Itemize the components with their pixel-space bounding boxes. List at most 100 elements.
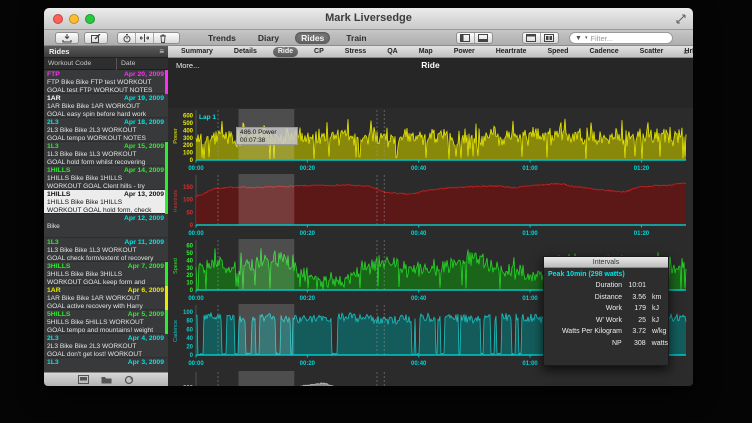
ride-list-column-header[interactable]: Workout Code Date — [44, 58, 168, 70]
svg-text:400: 400 — [183, 128, 194, 134]
ride-list-item[interactable]: 1HILLSApr 14, 20091HILLS Bike Bike 1HILL… — [44, 166, 168, 190]
nav-item-rides[interactable]: Rides — [295, 32, 330, 44]
sidebar-menu-icon[interactable]: ≡ — [159, 46, 164, 58]
svg-text:01:20: 01:20 — [634, 166, 650, 172]
main-toolbar: Trends Diary Rides Train ▼ ▾ — [44, 30, 693, 46]
ride-code: 1AR — [47, 95, 61, 103]
svg-text:Cadence: Cadence — [173, 320, 179, 342]
column-workout-code[interactable]: Workout Code — [48, 58, 91, 70]
svg-text:00:20: 00:20 — [300, 296, 316, 302]
ride-list-item[interactable]: 3HILLSApr 7, 20093HILLS Bike Bike 3HILLS… — [44, 262, 168, 286]
tab-stress[interactable]: Stress — [340, 47, 371, 57]
sidebar-left-icon — [460, 34, 470, 42]
svg-text:50: 50 — [186, 210, 193, 216]
split-button[interactable] — [136, 33, 154, 43]
ride-description: Bike — [47, 223, 164, 231]
tab-power[interactable]: Power — [449, 47, 480, 57]
svg-text:00:00: 00:00 — [188, 231, 204, 237]
ride-list-item[interactable]: Apr 12, 2009Bike — [44, 214, 168, 238]
import-button[interactable] — [55, 32, 79, 44]
ride-description: 5HILLS Bike 5HILLS WORKOUT — [47, 319, 164, 327]
filter-chevron-icon[interactable]: ▾ — [585, 36, 588, 41]
ride-description: 1L3 Bike Bike 1L3 WORKOUT — [47, 151, 164, 159]
tab-qa[interactable]: QA — [382, 47, 403, 57]
ride-date: Apr 3, 2009 — [128, 359, 164, 367]
title-bar[interactable]: Mark Liversedge — [44, 8, 693, 30]
ride-list-item[interactable]: 1HILLSApr 13, 20091HILLS Bike Bike 1HILL… — [44, 190, 168, 214]
ride-list-item[interactable]: 2L3Apr 18, 20092L3 Bike Bike 2L3 WORKOUT… — [44, 118, 168, 142]
ride-description: 2L3 Bike Bike 2L3 WORKOUT — [47, 343, 164, 351]
svg-text:01:20: 01:20 — [634, 231, 650, 237]
ride-list-item[interactable]: FTPApr 20, 2009FTP Bike Bike FTP test WO… — [44, 70, 168, 94]
stopwatch-button[interactable] — [118, 33, 136, 43]
tab-speed[interactable]: Speed — [542, 47, 573, 57]
ride-list-item[interactable]: 1L3Apr 11, 20091L3 Bike Bike 1L3 WORKOUT… — [44, 238, 168, 262]
interval-unit: kJ — [646, 303, 659, 315]
svg-text:500: 500 — [183, 121, 194, 127]
ride-description: FTP Bike Bike FTP test WORKOUT — [47, 79, 164, 87]
filter-input[interactable]: ▼ ▾ Filter... — [569, 32, 673, 44]
tab-cadence[interactable]: Cadence — [584, 47, 623, 57]
tab-cp[interactable]: CP — [309, 47, 329, 57]
tab-heartrate[interactable]: Heartrate — [491, 47, 532, 57]
intervals-popup-title[interactable]: Intervals — [544, 257, 668, 268]
nav-item-trends[interactable]: Trends — [202, 32, 242, 44]
column-date[interactable]: Date — [116, 58, 135, 70]
svg-text:00:40: 00:40 — [411, 296, 427, 302]
sync-icon[interactable] — [124, 375, 134, 385]
ride-list-item[interactable]: 5HILLSApr 5, 20095HILLS Bike 5HILLS WORK… — [44, 310, 168, 334]
chart-heartrate[interactable]: 050100150Heartrate00:0000:2000:4001:0001… — [168, 173, 693, 238]
tooltip-time: 00:07:38 — [240, 137, 294, 145]
interval-value: 179 — [622, 303, 646, 315]
tiled-view-button[interactable] — [541, 33, 558, 43]
compose-icon — [91, 34, 101, 43]
svg-text:00:40: 00:40 — [411, 361, 427, 367]
svg-text:00:20: 00:20 — [300, 231, 316, 237]
svg-text:200: 200 — [183, 385, 194, 386]
intervals-popup[interactable]: Intervals Peak 10min (298 watts) Duratio… — [543, 256, 669, 366]
ride-list: FTPApr 20, 2009FTP Bike Bike FTP test WO… — [44, 70, 168, 372]
interval-unit: w/kg — [646, 326, 666, 338]
ride-description: 1AR Bike Bike 1AR WORKOUT — [47, 295, 164, 303]
tab-scatter[interactable]: Scatter — [635, 47, 669, 57]
download-icon — [62, 34, 72, 43]
ride-list-item[interactable]: 2L3Apr 4, 20092L3 Bike Bike 2L3 WORKOUTG… — [44, 334, 168, 358]
filter-funnel-icon[interactable]: ▼ — [575, 35, 582, 42]
svg-text:Speed: Speed — [173, 258, 179, 274]
nav-item-train[interactable]: Train — [340, 32, 372, 44]
nav-item-diary[interactable]: Diary — [252, 32, 285, 44]
fullscreen-icon[interactable] — [675, 13, 687, 25]
filter-placeholder: Filter... — [590, 34, 613, 43]
svg-text:100: 100 — [183, 198, 194, 204]
compose-button[interactable] — [84, 32, 108, 44]
toggle-left-sidebar-button[interactable] — [457, 33, 475, 43]
tab-summary[interactable]: Summary — [176, 47, 218, 57]
svg-text:10: 10 — [186, 281, 193, 287]
layout-toggle-group — [522, 32, 559, 44]
folder-icon[interactable] — [101, 375, 112, 384]
svg-text:50: 50 — [186, 251, 193, 257]
svg-text:Power: Power — [173, 128, 179, 144]
interval-unit: km — [646, 292, 661, 304]
toggle-bottom-panel-button[interactable] — [475, 33, 492, 43]
single-view-button[interactable] — [523, 33, 541, 43]
tab-map[interactable]: Map — [414, 47, 438, 57]
svg-text:20: 20 — [186, 344, 193, 350]
tab-details[interactable]: Details — [229, 47, 262, 57]
ride-date: Apr 13, 2009 — [124, 191, 164, 199]
ride-code: 2L3 — [47, 335, 59, 343]
delete-button[interactable] — [154, 33, 172, 43]
ride-code: 1L3 — [47, 359, 59, 367]
slideshow-icon[interactable] — [78, 375, 89, 384]
tiled-windows-icon — [544, 34, 554, 42]
ride-list-item[interactable]: 1L3 Apr 3, 2009 — [44, 358, 168, 372]
ride-list-item[interactable]: 1ARApr 6, 20091AR Bike Bike 1AR WORKOUTG… — [44, 286, 168, 310]
chart-title: Ride — [168, 60, 693, 70]
tab-ride[interactable]: Ride — [273, 47, 298, 57]
ride-list-item[interactable]: 1L3Apr 15, 20091L3 Bike Bike 1L3 WORKOUT… — [44, 142, 168, 166]
interval-label: W' Work — [544, 315, 622, 327]
chart-altitude[interactable]: 100150200Altitude — [168, 368, 693, 386]
interval-label: Distance — [544, 292, 622, 304]
ride-list-item[interactable]: 1ARApr 19, 20091AR Bike Bike 1AR WORKOUT… — [44, 94, 168, 118]
interval-value: 308 — [622, 338, 646, 350]
